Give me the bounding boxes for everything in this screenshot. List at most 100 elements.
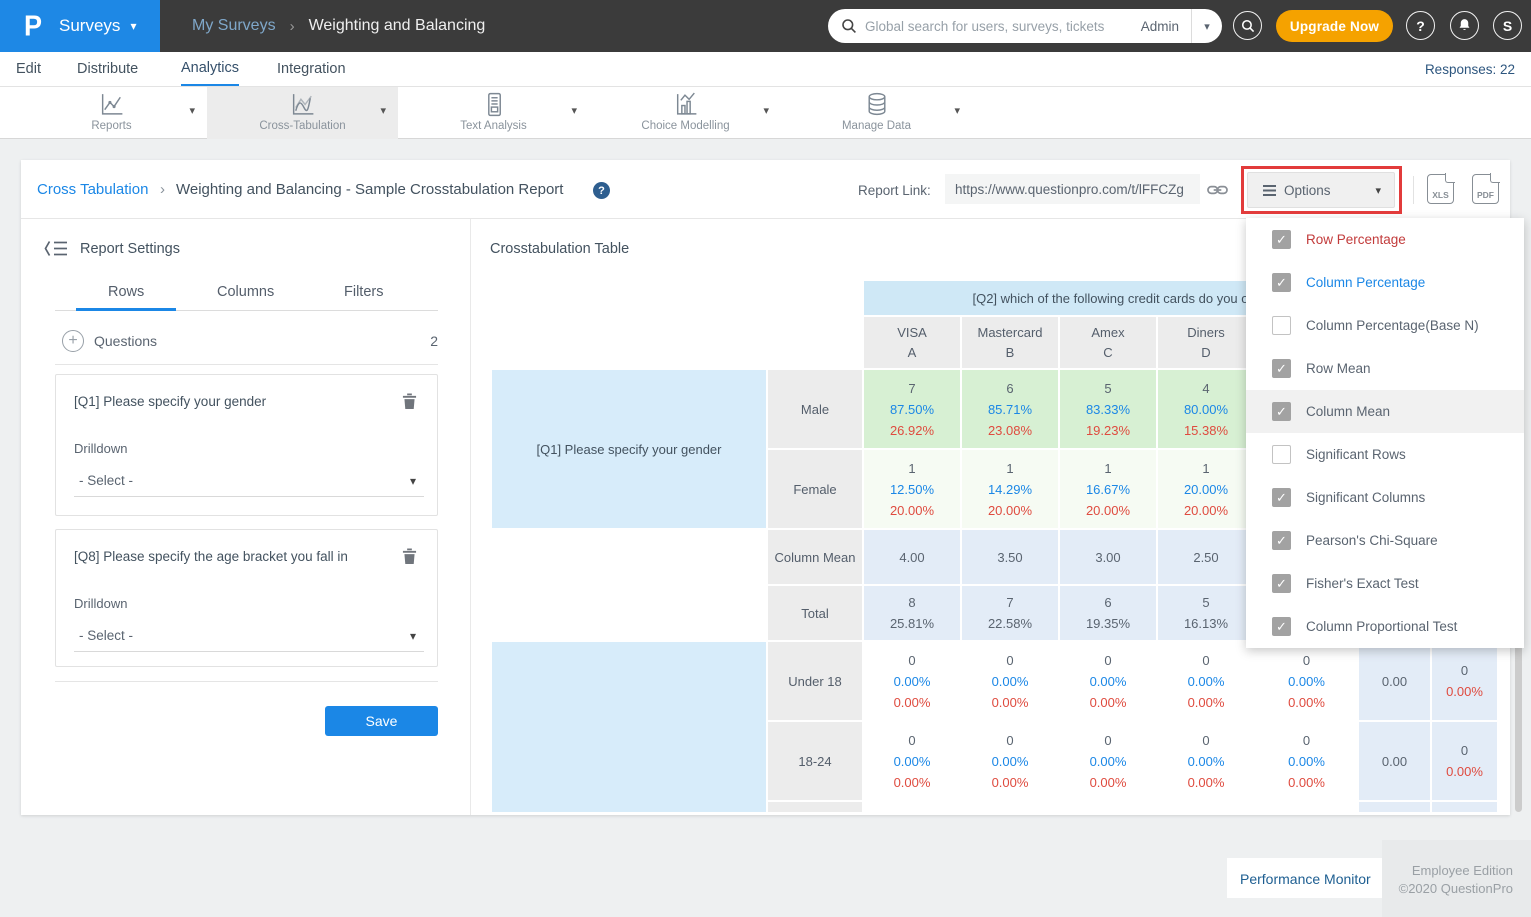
- chevron-down-icon[interactable]: [954, 104, 960, 117]
- toolbar-choice-modelling[interactable]: Choice Modelling: [590, 87, 781, 139]
- checkbox-checked-icon[interactable]: ✓: [1272, 230, 1291, 249]
- settings-panel-title: Report Settings: [80, 241, 180, 257]
- row-label-total: Total: [768, 586, 862, 640]
- checkbox-checked-icon[interactable]: ✓: [1272, 488, 1291, 507]
- cell-value: 19.35%: [1086, 613, 1130, 634]
- add-question-icon[interactable]: [62, 330, 84, 352]
- search-scope-dropdown[interactable]: [1191, 9, 1222, 43]
- row-label-column-mean: Column Mean: [768, 530, 862, 584]
- chevron-down-icon[interactable]: [380, 104, 386, 117]
- product-switcher[interactable]: P Surveys: [0, 0, 160, 52]
- cell-value: 0: [1006, 650, 1013, 671]
- breadcrumb-my-surveys[interactable]: My Surveys: [192, 17, 276, 35]
- option-item-row-mean[interactable]: ✓Row Mean: [1246, 347, 1524, 390]
- cross-tabulation-breadcrumb-link[interactable]: Cross Tabulation: [37, 181, 148, 198]
- toolbar-label: Cross-Tabulation: [207, 120, 398, 132]
- tab-columns[interactable]: Columns: [217, 284, 274, 300]
- toolbar-cross-tabulation[interactable]: Cross-Tabulation: [207, 87, 398, 139]
- cell-value: 0.00%: [992, 692, 1029, 713]
- row-mean-cell: 0.00: [1359, 642, 1430, 720]
- cell-value: 4: [1202, 378, 1209, 399]
- drilldown-select[interactable]: - Select -: [74, 465, 424, 497]
- total-cell: 00.00%: [1432, 642, 1497, 720]
- tab-analytics[interactable]: Analytics: [181, 52, 239, 86]
- tab-rows[interactable]: Rows: [108, 284, 144, 300]
- avatar-letter: S: [1503, 18, 1512, 34]
- data-cell: 00.00%0.00%: [864, 642, 960, 720]
- tab-filters[interactable]: Filters: [344, 284, 383, 300]
- save-button[interactable]: Save: [325, 706, 438, 736]
- checkbox-unchecked-icon[interactable]: [1272, 316, 1291, 335]
- cell-value: 15.38%: [1184, 420, 1228, 441]
- collapse-panel-icon: [44, 240, 68, 257]
- export-pdf-button[interactable]: PDF: [1472, 174, 1499, 204]
- toolbar-label: Reports: [16, 120, 207, 132]
- checkbox-checked-icon[interactable]: ✓: [1272, 574, 1291, 593]
- cell-value: 83.33%: [1086, 399, 1130, 420]
- toolbar-reports[interactable]: Reports: [16, 87, 207, 139]
- notifications-button[interactable]: [1450, 11, 1479, 40]
- data-cell: 3.50: [962, 530, 1058, 584]
- copy-link-icon[interactable]: [1206, 180, 1229, 205]
- data-cell: 120.00%20.00%: [1158, 450, 1254, 528]
- checkbox-checked-icon[interactable]: ✓: [1272, 402, 1291, 421]
- cell-value: 0: [1104, 730, 1111, 751]
- option-item-column-mean[interactable]: ✓Column Mean: [1246, 390, 1524, 433]
- help-button[interactable]: ?: [1406, 11, 1435, 40]
- option-item-significant-rows[interactable]: Significant Rows: [1246, 433, 1524, 476]
- cell-value: 23.08%: [988, 420, 1032, 441]
- toolbar-manage-data[interactable]: Manage Data: [781, 87, 972, 139]
- checkbox-checked-icon[interactable]: ✓: [1272, 359, 1291, 378]
- row-group-label: [492, 642, 766, 812]
- checkbox-unchecked-icon[interactable]: [1272, 445, 1291, 464]
- option-item-pearson-s-chi-square[interactable]: ✓Pearson's Chi-Square: [1246, 519, 1524, 562]
- chevron-down-icon[interactable]: [189, 104, 195, 117]
- data-cell: 112.50%20.00%: [864, 450, 960, 528]
- option-label: Fisher's Exact Test: [1306, 576, 1419, 591]
- cell-value: 0: [908, 730, 915, 751]
- option-item-significant-columns[interactable]: ✓Significant Columns: [1246, 476, 1524, 519]
- upgrade-now-button[interactable]: Upgrade Now: [1276, 10, 1393, 42]
- text-analysis-icon: [480, 91, 507, 118]
- checkbox-checked-icon[interactable]: ✓: [1272, 617, 1291, 636]
- chevron-down-icon[interactable]: [571, 104, 577, 117]
- checkbox-checked-icon[interactable]: ✓: [1272, 531, 1291, 550]
- survey-nav: Edit Distribute Analytics Integration Re…: [0, 52, 1531, 87]
- delete-question-button[interactable]: [402, 547, 417, 570]
- pdf-file-icon: PDF: [1477, 190, 1494, 200]
- cell-value: 0.00%: [1188, 772, 1225, 793]
- option-item-column-proportional-test[interactable]: ✓Column Proportional Test: [1246, 605, 1524, 648]
- chevron-down-icon[interactable]: [763, 104, 769, 117]
- report-settings-collapse[interactable]: Report Settings: [44, 240, 180, 257]
- tab-edit[interactable]: Edit: [16, 52, 41, 86]
- global-search-input[interactable]: [865, 19, 1129, 34]
- divider: [1413, 176, 1414, 204]
- option-item-column-percentage[interactable]: ✓Column Percentage: [1246, 261, 1524, 304]
- select-value: - Select -: [79, 628, 133, 643]
- database-icon: [863, 91, 890, 118]
- delete-question-button[interactable]: [402, 392, 417, 415]
- toolbar-text-analysis[interactable]: Text Analysis: [398, 87, 589, 139]
- performance-monitor-link[interactable]: Performance Monitor: [1240, 871, 1371, 887]
- row-label-under-18: Under 18: [768, 642, 862, 720]
- cell-value: 6: [1104, 592, 1111, 613]
- option-item-fisher-s-exact-test[interactable]: ✓ Fisher's Exact Test: [1246, 562, 1524, 605]
- tab-integration[interactable]: Integration: [277, 52, 346, 86]
- tab-distribute[interactable]: Distribute: [77, 52, 138, 86]
- help-icon[interactable]: ?: [593, 182, 610, 199]
- search-button[interactable]: [1233, 11, 1262, 40]
- cell-value: 0.00%: [1288, 671, 1325, 692]
- cell-value: 0.00%: [1288, 692, 1325, 713]
- toolbar-label: Manage Data: [781, 120, 972, 132]
- option-item-column-percentage-base-n[interactable]: Column Percentage(Base N): [1246, 304, 1524, 347]
- row-label-18-24: 18-24: [768, 722, 862, 800]
- drilldown-select[interactable]: - Select -: [74, 620, 424, 652]
- report-url-input[interactable]: [945, 174, 1200, 204]
- option-item-row-percentage[interactable]: ✓Row Percentage: [1246, 218, 1524, 261]
- user-avatar[interactable]: S: [1493, 11, 1522, 40]
- search-scope-admin[interactable]: Admin: [1129, 19, 1191, 34]
- options-button[interactable]: Options: [1247, 172, 1395, 208]
- data-cell: 516.13%: [1158, 586, 1254, 640]
- export-xls-button[interactable]: XLS: [1427, 174, 1454, 204]
- checkbox-checked-icon[interactable]: ✓: [1272, 273, 1291, 292]
